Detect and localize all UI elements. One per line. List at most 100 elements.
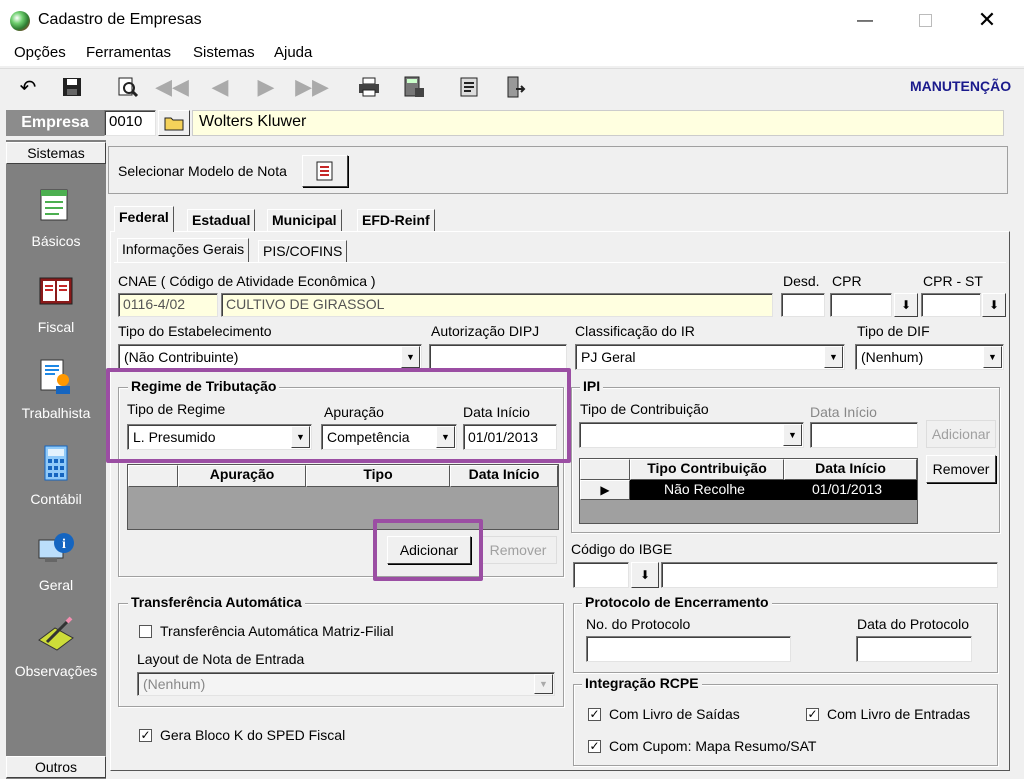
menu-ajuda[interactable]: Ajuda [274,44,312,61]
protocolo-data-field[interactable] [856,636,972,662]
menu-sistemas[interactable]: Sistemas [193,44,255,61]
next-record-icon[interactable]: ▶ [252,73,280,101]
chevron-down-icon[interactable]: ▼ [983,346,1002,368]
ipi-grid-corner [580,459,630,480]
cpr-st-field[interactable] [921,293,981,317]
cpr-st-lookup-button[interactable]: ⬇ [982,293,1006,317]
livro-entradas-checkbox[interactable]: ✓ [806,708,819,721]
ipi-remove-button[interactable]: Remover [926,455,996,483]
tipo-dif-value: (Nenhum) [861,349,924,365]
transf-matriz-checkbox[interactable] [139,625,152,638]
cpr-field[interactable] [830,293,892,317]
subtab-pis-cofins[interactable]: PIS/COFINS [258,240,348,262]
ipi-row-data: 01/01/2013 [812,481,883,497]
tipo-dif-select[interactable]: (Nenhum) ▼ [855,344,1004,370]
last-record-icon[interactable]: ▶▶ [295,73,329,101]
tab-federal[interactable]: Federal [114,206,174,232]
empresa-label: Empresa [6,110,104,136]
bloco-k-checkbox[interactable]: ✓ [139,729,152,742]
close-button[interactable]: ✕ [972,6,1002,34]
tab-estadual[interactable]: Estadual [187,209,256,232]
save-icon[interactable] [58,73,86,101]
previous-record-icon[interactable]: ◀ [206,73,234,101]
tools-icon[interactable] [456,73,484,101]
maximize-button[interactable] [910,8,940,34]
tipo-estab-value: (Não Contribuinte) [124,349,239,365]
menu-opcoes[interactable]: Opções [14,44,66,61]
preview-icon[interactable] [114,73,142,101]
tab-efd-reinf[interactable]: EFD-Reinf [357,209,435,232]
ibge-desc-field[interactable] [661,562,998,588]
ipi-row-indicator[interactable]: ▶ [580,480,630,500]
subtab-divider [114,262,1006,263]
undo-icon[interactable]: ↶ [14,73,42,101]
livro-saidas-label: Com Livro de Saídas [609,706,740,722]
livro-saidas-checkbox[interactable]: ✓ [588,708,601,721]
selecionar-modelo-button[interactable] [302,155,348,187]
empresa-code-field[interactable]: 0010 [104,110,156,136]
cpr-st-label: CPR - ST [923,273,983,289]
print-icon[interactable] [355,73,383,101]
chevron-down-icon[interactable]: ▼ [824,346,843,368]
menu-ferramentas[interactable]: Ferramentas [86,44,171,61]
sidebar-item-basicos[interactable]: Básicos [6,186,106,249]
ibge-lookup-button[interactable]: ⬇ [631,562,659,588]
sidebar-item-observacoes[interactable]: Observações [6,616,106,679]
open-empresa-button[interactable] [158,110,190,136]
tipo-estab-label: Tipo do Estabelecimento [118,323,272,339]
ibge-code-field[interactable] [573,562,629,588]
sidebar-item-label: Observações [14,663,98,679]
cnae-desc-field[interactable]: CULTIVO DE GIRASSOL [221,293,773,317]
calculator-icon [44,445,68,481]
empresa-name-field[interactable]: Wolters Kluwer [192,110,1004,136]
adicionar-highlight [373,519,483,581]
sidebar-item-label: Trabalhista [21,405,91,421]
sidebar-item-trabalhista[interactable]: Trabalhista [6,358,106,421]
ipi-data-label: Data Início [810,404,877,420]
aut-dipj-field[interactable] [429,344,567,370]
sidebar-header[interactable]: Sistemas [6,142,106,164]
bloco-k-label: Gera Bloco K do SPED Fiscal [160,727,346,743]
ipi-data-field[interactable] [810,422,918,448]
protocolo-num-field[interactable] [586,636,791,662]
layout-nota-select[interactable]: (Nenhum) ▼ [137,672,555,696]
sidebar-footer[interactable]: Outros [6,756,106,778]
aut-dipj-label: Autorização DIPJ [431,323,540,339]
minimize-button[interactable]: — [850,8,880,34]
tipo-estab-select[interactable]: (Não Contribuinte) ▼ [118,344,422,370]
table-row[interactable]: Não Recolhe 01/01/2013 [630,480,917,500]
cnae-label: CNAE ( Código de Atividade Econômica ) [118,273,376,289]
chevron-down-icon[interactable]: ▼ [401,346,420,368]
calculator-icon[interactable] [400,73,428,101]
ipi-add-button[interactable]: Adicionar [926,420,996,448]
ipi-col-tipo[interactable]: Tipo Contribuição [630,459,784,480]
regime-col-apuracao[interactable]: Apuração [178,465,306,487]
tab-municipal[interactable]: Municipal [267,209,342,232]
ipi-col-data-inicio[interactable]: Data Início [784,459,917,480]
desd-field[interactable] [781,293,825,317]
cpr-lookup-button[interactable]: ⬇ [894,293,918,317]
protocolo-title: Protocolo de Encerramento [582,594,772,610]
app-icon [10,11,30,31]
tipo-dif-label: Tipo de DIF [857,323,930,339]
sidebar-item-contabil[interactable]: Contábil [6,444,106,507]
regime-highlight [106,368,571,463]
ipi-tipo-select[interactable]: ▼ [579,422,804,448]
cupom-checkbox[interactable]: ✓ [588,740,601,753]
chevron-down-icon[interactable]: ▼ [783,424,802,446]
class-ir-select[interactable]: PJ Geral ▼ [575,344,845,370]
subtab-informacoes-gerais[interactable]: Informações Gerais [117,238,250,262]
rcpe-title: Integração RCPE [582,675,702,691]
regime-col-tipo[interactable]: Tipo [306,465,450,487]
chevron-down-icon[interactable]: ▼ [534,674,553,694]
regime-col-data-inicio[interactable]: Data Início [450,465,558,487]
sidebar-item-fiscal[interactable]: Fiscal [6,272,106,335]
exit-icon[interactable] [502,73,530,101]
desd-label: Desd. [783,273,820,289]
first-record-icon[interactable]: ◀◀ [155,73,189,101]
cnae-code-field[interactable]: 0116-4/02 [118,293,218,317]
regime-grid-corner [128,465,178,487]
regime-remove-button[interactable]: Remover [479,536,557,564]
sidebar-item-geral[interactable]: i Geral [6,530,106,593]
notes-pen-icon [38,616,74,651]
